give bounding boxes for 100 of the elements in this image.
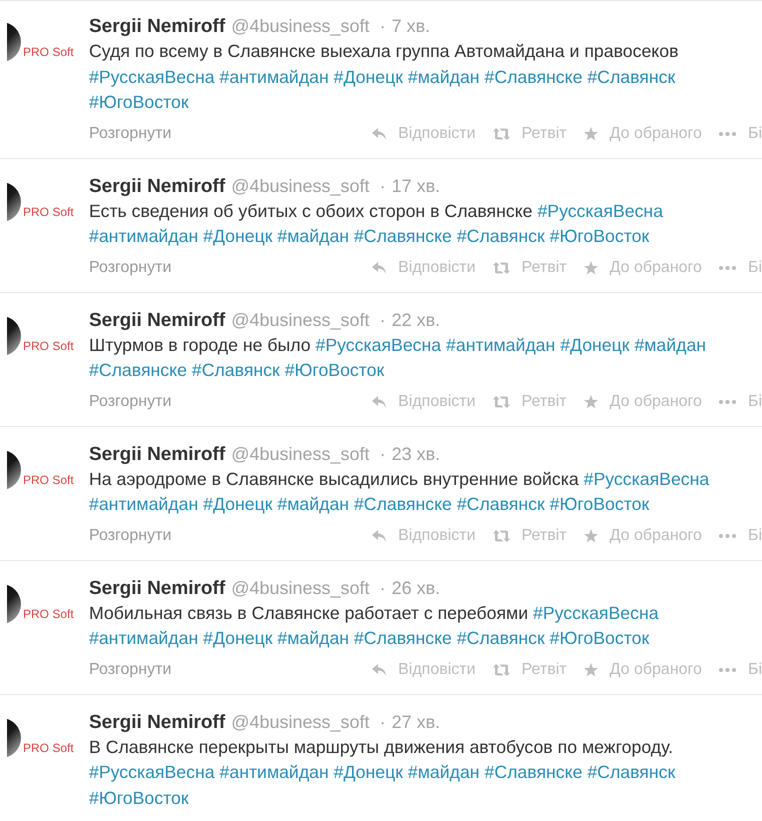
- hashtag-link[interactable]: #майдан: [277, 226, 350, 246]
- expand-link[interactable]: Розгорнути: [89, 258, 172, 276]
- logo-text: PRO Soft: [23, 740, 74, 754]
- ellipsis-icon: [718, 534, 736, 538]
- hashtag-link[interactable]: #антимайдан: [89, 628, 198, 648]
- author-handle[interactable]: @4business_soft: [231, 574, 370, 600]
- hashtag-link[interactable]: #Донецк: [560, 334, 630, 354]
- reply-icon: [372, 664, 386, 676]
- reply-icon: [372, 396, 386, 408]
- author-name[interactable]: Sergii Nemiroff: [89, 174, 226, 200]
- tweet-text: На аэродроме в Славянске высадились внутренние войска #РусскаяВесна #антимайдан #Донецк #майдан #Славянске #Славянск #ЮгоВосток: [89, 468, 710, 516]
- hashtag-link[interactable]: #Славянске: [89, 360, 187, 380]
- ellipsis-icon: [718, 668, 736, 672]
- hashtag-link[interactable]: #Донецк: [203, 628, 272, 648]
- author-name[interactable]: Sergii Nemiroff: [89, 14, 226, 40]
- timestamp-link[interactable]: 17 хв.: [392, 172, 440, 198]
- timestamp-link[interactable]: 26 хв.: [392, 574, 440, 600]
- hashtag-link[interactable]: #Славянске: [484, 66, 582, 86]
- hashtag-link[interactable]: #майдан: [277, 628, 350, 648]
- hashtag-link[interactable]: #антимайдан: [220, 762, 329, 782]
- hashtag-link[interactable]: #антимайдан: [220, 66, 329, 86]
- star-icon: [584, 394, 598, 408]
- hashtag-link[interactable]: #Славянске: [354, 628, 452, 648]
- hashtag-link[interactable]: #Донецк: [203, 226, 272, 246]
- hashtag-link[interactable]: #Донецк: [334, 66, 403, 86]
- hashtag-link[interactable]: #РусскаяВесна: [89, 66, 215, 86]
- separator-dot: ·: [380, 15, 386, 38]
- author-handle[interactable]: @4business_soft: [231, 13, 370, 39]
- tweet-text: Судя по всему в Славянске выехала группа Автомайдана и правосеков #РусскаяВесна #антимайдан #Донецк #майдан #Славянске #Славянск #ЮгоВосток: [89, 40, 680, 114]
- ellipsis-icon: [718, 132, 736, 136]
- retweet-icon: [492, 128, 510, 140]
- timestamp-link[interactable]: 7 хв.: [392, 13, 430, 39]
- expand-link[interactable]: Розгорнути: [89, 392, 172, 410]
- hashtag-link[interactable]: #Славянск: [456, 226, 545, 246]
- retweet-icon: [492, 396, 510, 408]
- tweet-text: Штурмов в городе не было #РусскаяВесна #антимайдан #Донецк #майдан #Славянске #Славянск #ЮгоВосток: [89, 334, 708, 382]
- separator-dot: ·: [380, 308, 386, 332]
- hashtag-link[interactable]: #Славянск: [587, 762, 676, 782]
- retweet-icon: [492, 262, 510, 274]
- logo-text: PRO Soft: [23, 606, 74, 620]
- hashtag-link[interactable]: #Славянске: [484, 762, 582, 782]
- author-name[interactable]: Sergii Nemiroff: [89, 710, 226, 736]
- retweet-icon: [492, 664, 510, 676]
- hashtag-link[interactable]: #ЮгоВосток: [89, 92, 189, 112]
- author-handle[interactable]: @4business_soft: [231, 440, 370, 466]
- hashtag-link[interactable]: #РусскаяВесна: [533, 602, 659, 622]
- reply-icon: [372, 128, 386, 140]
- tweet-text: В Славянске перекрыты маршруты движения автобусов по межгороду. #РусскаяВесна #антимайдан #Донецк #майдан #Славянске #Славянск #ЮгоВосток: [89, 736, 676, 810]
- hashtag-link[interactable]: #РусскаяВесна: [89, 762, 215, 782]
- separator-dot: ·: [380, 442, 386, 466]
- hashtag-link[interactable]: #Донецк: [203, 494, 272, 514]
- hashtag-link[interactable]: #РусскаяВесна: [584, 468, 710, 488]
- hashtag-link[interactable]: #Славянск: [587, 66, 676, 86]
- hashtag-link[interactable]: #антимайдан: [89, 226, 198, 246]
- hashtag-link[interactable]: #антимайдан: [446, 334, 556, 354]
- reply-icon: [372, 262, 386, 274]
- timestamp-link[interactable]: 27 хв.: [392, 708, 440, 734]
- hashtag-link[interactable]: #ЮгоВосток: [550, 494, 650, 514]
- tweet-text: Есть сведения об убитых с обоих сторон в Славянске #РусскаяВесна #антимайдан #Донецк #майдан #Славянске #Славянск #ЮгоВосток: [89, 200, 664, 248]
- hashtag-link[interactable]: #Славянск: [456, 628, 545, 648]
- hashtag-link[interactable]: #Славянск: [456, 494, 545, 514]
- logo-text: PRO Soft: [23, 204, 74, 218]
- separator-dot: ·: [380, 710, 386, 734]
- author-name[interactable]: Sergii Nemiroff: [89, 308, 226, 334]
- author-name[interactable]: Sergii Nemiroff: [89, 576, 226, 602]
- hashtag-link[interactable]: #РусскаяВесна: [316, 334, 442, 354]
- author-name[interactable]: Sergii Nemiroff: [89, 442, 226, 468]
- hashtag-link[interactable]: #антимайдан: [89, 494, 198, 514]
- hashtag-link[interactable]: #майдан: [408, 66, 480, 86]
- hashtag-link[interactable]: #Славянск: [192, 360, 280, 380]
- star-icon: [584, 126, 598, 140]
- logo-text: PRO Soft: [23, 45, 74, 59]
- logo-text: PRO Soft: [23, 472, 74, 486]
- retweet-icon: [492, 530, 510, 542]
- expand-link[interactable]: Розгорнути: [89, 526, 172, 544]
- star-icon: [584, 662, 598, 676]
- hashtag-link[interactable]: #РусскаяВесна: [537, 200, 664, 220]
- hashtag-link[interactable]: #Славянске: [354, 494, 452, 514]
- hashtag-link[interactable]: #ЮгоВосток: [550, 628, 650, 648]
- hashtag-link[interactable]: #Донецк: [334, 762, 403, 782]
- hashtag-link[interactable]: #ЮгоВосток: [89, 788, 189, 808]
- hashtag-link[interactable]: #ЮгоВосток: [550, 226, 650, 246]
- ellipsis-icon: [718, 400, 736, 404]
- author-handle[interactable]: @4business_soft: [231, 708, 370, 734]
- timestamp-link[interactable]: 23 хв.: [392, 440, 440, 466]
- expand-link[interactable]: Розгорнути: [89, 660, 172, 678]
- author-handle[interactable]: @4business_soft: [231, 306, 370, 332]
- hashtag-link[interactable]: #ЮгоВосток: [284, 360, 384, 380]
- hashtag-link[interactable]: #Славянске: [354, 226, 452, 246]
- tweet-text: Мобильная связь в Славянске работает с перебоями #РусскаяВесна #антимайдан #Донецк #майдан #Славянске #Славянск #ЮгоВосток: [89, 602, 660, 650]
- hashtag-link[interactable]: #майдан: [408, 762, 480, 782]
- ellipsis-icon: [718, 266, 736, 270]
- star-icon: [584, 260, 598, 274]
- hashtag-link[interactable]: #майдан: [277, 494, 350, 514]
- reply-icon: [372, 530, 386, 542]
- hashtag-link[interactable]: #майдан: [634, 334, 706, 354]
- expand-link[interactable]: Розгорнути: [89, 124, 172, 142]
- logo-text: PRO Soft: [23, 338, 74, 352]
- author-handle[interactable]: @4business_soft: [231, 172, 370, 198]
- timestamp-link[interactable]: 22 хв.: [392, 306, 440, 332]
